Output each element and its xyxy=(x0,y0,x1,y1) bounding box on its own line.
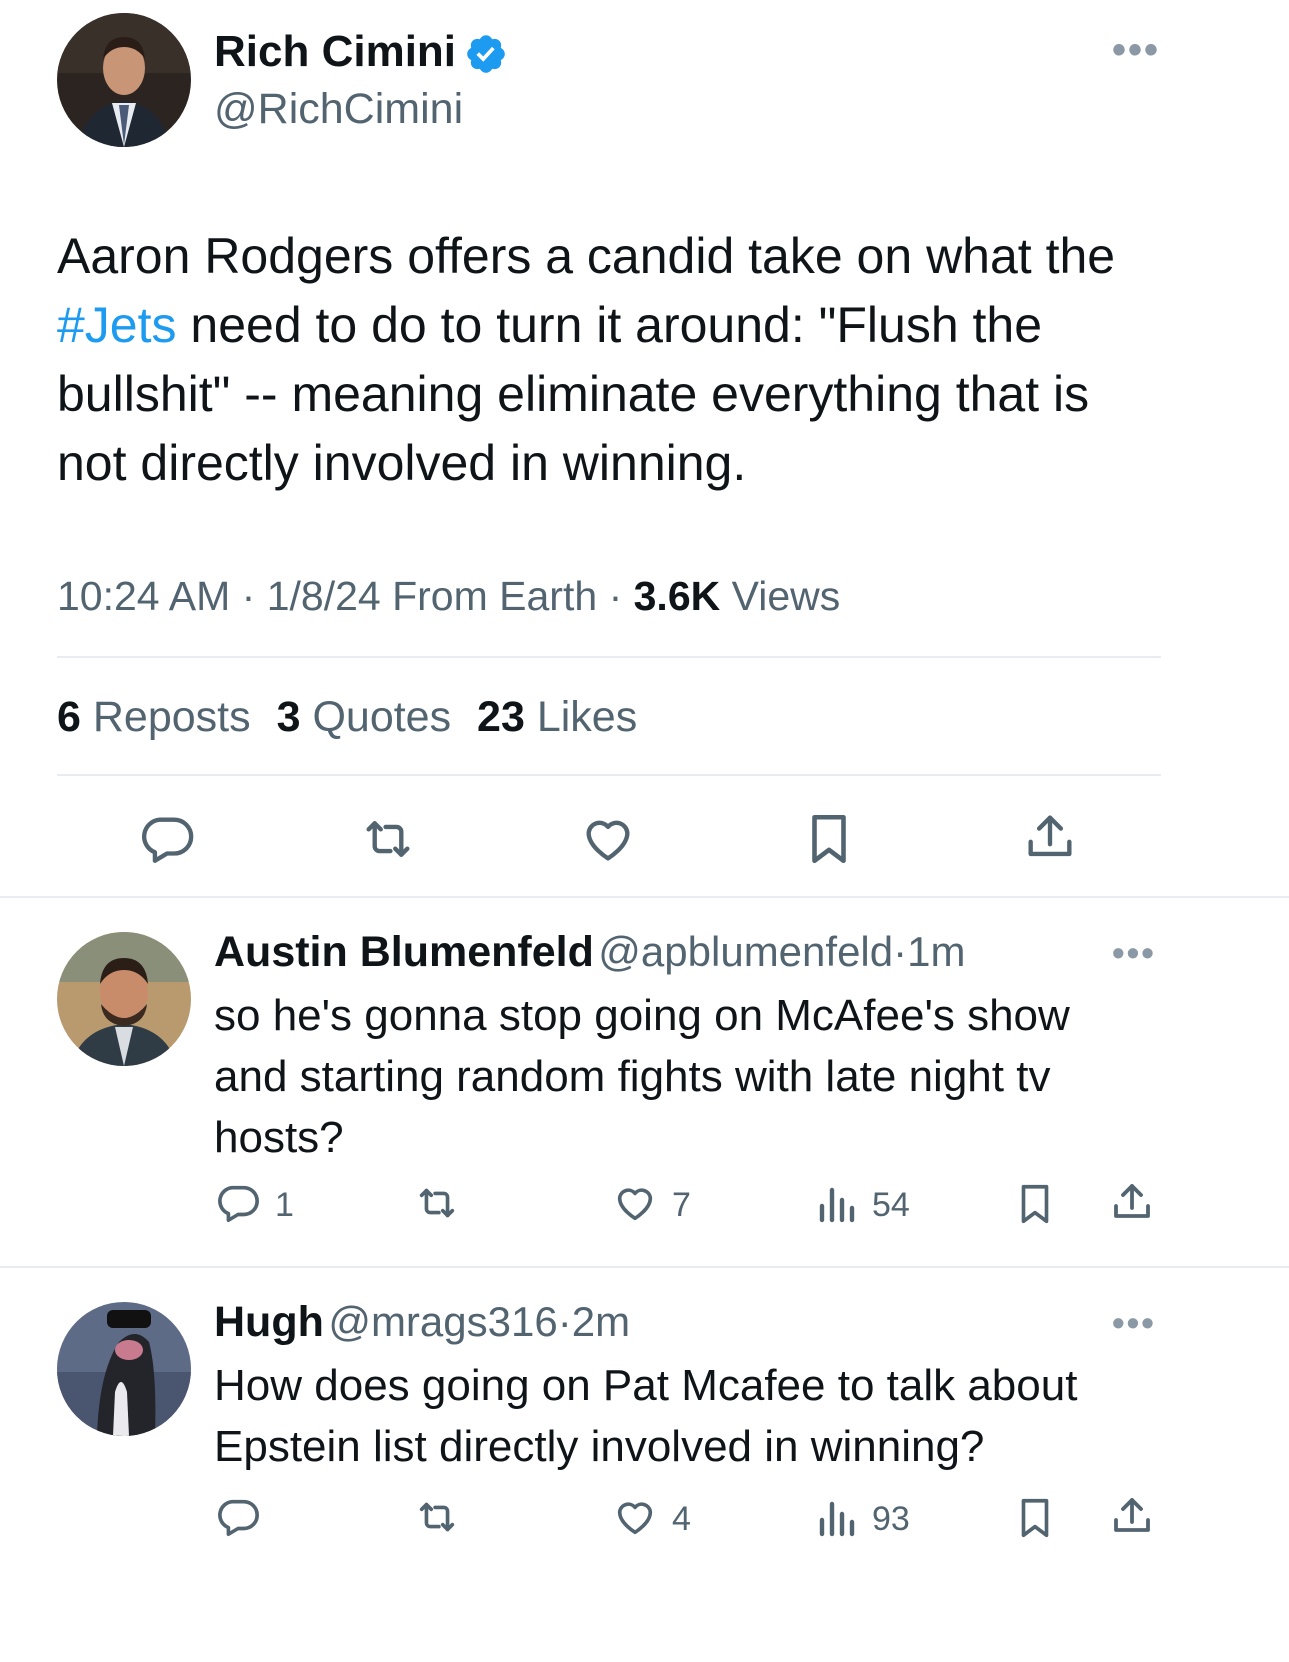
reply-text: so he's gonna stop going on McAfee's sho… xyxy=(214,991,1070,1162)
reply-author-handle[interactable]: @mrags316 xyxy=(328,1298,557,1345)
bookmark-icon[interactable] xyxy=(800,810,858,868)
reply-author-name[interactable]: Austin Blumenfeld xyxy=(214,928,594,976)
tweet-date[interactable]: 1/8/24 xyxy=(267,573,381,619)
quotes-label: Quotes xyxy=(312,693,452,741)
tweet-meta: 10:24 AM · 1/8/24 From Earth · 3.6K View… xyxy=(57,573,840,620)
like-icon[interactable] xyxy=(579,810,637,868)
like-count: 7 xyxy=(672,1186,691,1224)
bookmark-icon[interactable] xyxy=(1012,1494,1058,1542)
reply-avatar[interactable] xyxy=(57,932,191,1066)
share-icon[interactable] xyxy=(1108,1492,1156,1540)
reply-header: Hugh @mrags316·2m xyxy=(214,1298,630,1347)
repost-icon[interactable] xyxy=(412,1494,462,1540)
meta-separator: · xyxy=(241,573,256,619)
share-icon[interactable] xyxy=(1021,808,1079,866)
repost-icon[interactable] xyxy=(357,810,419,868)
reposts-stat[interactable]: 6 Reposts xyxy=(57,693,251,741)
tweet-text-part: Aaron Rodgers offers a candid take on wh… xyxy=(57,228,1116,284)
hashtag-link[interactable]: #Jets xyxy=(57,297,177,353)
reposts-count: 6 xyxy=(57,693,81,741)
repost-icon[interactable] xyxy=(412,1180,462,1226)
tweet-text: Aaron Rodgers offers a candid take on wh… xyxy=(57,222,1162,498)
meta-separator: · xyxy=(557,1298,572,1345)
like-icon[interactable] xyxy=(612,1494,658,1540)
quotes-count: 3 xyxy=(276,693,301,741)
views-count: 54 xyxy=(872,1186,910,1224)
more-icon[interactable]: ••• xyxy=(1112,1302,1156,1344)
tweet-stats: 6 Reposts 3 Quotes 23 Likes xyxy=(57,693,637,742)
reply-header: Austin Blumenfeld @apblumenfeld·1m xyxy=(214,928,965,977)
views-count: 3.6K xyxy=(633,573,721,619)
bookmark-icon[interactable] xyxy=(1012,1180,1058,1228)
reply-avatar[interactable] xyxy=(57,1302,191,1436)
views-icon[interactable] xyxy=(816,1496,856,1538)
reply-author-handle[interactable]: @apblumenfeld xyxy=(598,928,893,975)
quotes-stat[interactable]: 3 Quotes xyxy=(277,693,452,741)
more-icon[interactable]: ••• xyxy=(1112,932,1156,974)
divider xyxy=(0,896,1289,898)
likes-label: Likes xyxy=(536,693,638,741)
author-handle[interactable]: @RichCimini xyxy=(214,85,463,134)
like-count: 4 xyxy=(672,1500,691,1538)
reply-icon[interactable] xyxy=(215,1180,261,1226)
reply-icon[interactable] xyxy=(215,1494,261,1540)
divider xyxy=(0,1266,1289,1268)
author-avatar[interactable] xyxy=(57,13,191,147)
views-icon[interactable] xyxy=(816,1182,856,1224)
reposts-label: Reposts xyxy=(92,693,251,741)
reply-time[interactable]: 2m xyxy=(572,1298,630,1345)
author-name[interactable]: Rich Cimini xyxy=(214,27,456,77)
share-icon[interactable] xyxy=(1108,1178,1156,1226)
divider xyxy=(57,656,1161,658)
likes-count: 23 xyxy=(477,693,525,741)
likes-stat[interactable]: 23 Likes xyxy=(477,693,637,741)
reply-count: 1 xyxy=(275,1186,294,1224)
views-count: 93 xyxy=(872,1500,910,1538)
meta-separator: · xyxy=(608,573,623,619)
verified-badge-icon xyxy=(464,32,508,76)
meta-separator: · xyxy=(893,928,908,975)
tweet-source: From Earth xyxy=(392,573,598,619)
like-icon[interactable] xyxy=(612,1180,658,1226)
reply-author-name[interactable]: Hugh xyxy=(214,1298,324,1346)
more-icon[interactable]: ••• xyxy=(1112,28,1160,73)
views-label: Views xyxy=(731,573,841,619)
reply-icon[interactable] xyxy=(138,810,196,868)
reply-time[interactable]: 1m xyxy=(907,928,965,975)
tweet-time[interactable]: 10:24 AM xyxy=(57,573,230,619)
divider xyxy=(57,774,1161,776)
tweet-text-part: need to do to turn it around: "Flush the… xyxy=(57,297,1090,491)
reply-text: How does going on Pat Mcafee to talk abo… xyxy=(214,1361,1078,1471)
